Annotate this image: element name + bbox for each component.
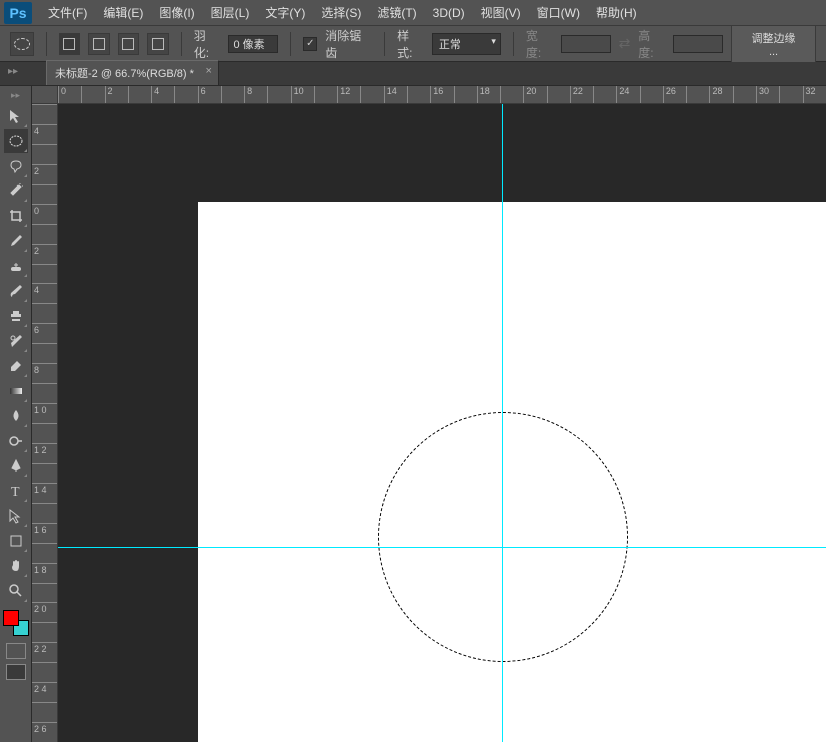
- tab-bar-handle[interactable]: ▸▸: [8, 66, 18, 77]
- selection-add-button[interactable]: [88, 33, 110, 55]
- selection-add-icon: [93, 38, 105, 50]
- lasso-tool[interactable]: [4, 154, 28, 178]
- pen-tool[interactable]: [4, 454, 28, 478]
- options-bar: 羽化: ✓ 消除锯齿 样式: 正常 宽度: ⇄ 高度: 调整边缘 ...: [0, 26, 826, 62]
- menu-filter[interactable]: 滤镜(T): [369, 0, 424, 25]
- menu-help[interactable]: 帮助(H): [588, 0, 645, 25]
- selection-subtract-button[interactable]: [118, 33, 140, 55]
- menu-window[interactable]: 窗口(W): [529, 0, 588, 25]
- menu-layer[interactable]: 图层(L): [203, 0, 258, 25]
- width-label: 宽度:: [526, 27, 553, 61]
- main-area: ▸▸ T 0246810121416182022: [0, 86, 826, 742]
- antialias-checkbox[interactable]: ✓: [303, 37, 317, 51]
- marquee-tool[interactable]: [4, 129, 28, 153]
- tool-preset-picker[interactable]: [10, 32, 34, 56]
- document-tab-title: 未标题-2 @ 66.7%(RGB/8) *: [55, 68, 194, 80]
- menu-3d[interactable]: 3D(D): [425, 2, 473, 24]
- height-label: 高度:: [638, 27, 665, 61]
- menu-image[interactable]: 图像(I): [151, 0, 202, 25]
- vertical-guide[interactable]: [502, 104, 503, 742]
- svg-text:T: T: [11, 485, 20, 499]
- healing-brush-tool[interactable]: [4, 254, 28, 278]
- type-tool[interactable]: T: [4, 479, 28, 503]
- feather-label: 羽化:: [194, 27, 221, 61]
- menu-file[interactable]: 文件(F): [40, 0, 95, 25]
- menu-select[interactable]: 选择(S): [313, 0, 369, 25]
- canvas-viewport[interactable]: [58, 104, 826, 742]
- selection-new-icon: [63, 38, 75, 50]
- tab-close-button[interactable]: ×: [206, 65, 212, 77]
- swap-dimensions-icon: ⇄: [619, 35, 631, 52]
- divider: [290, 32, 291, 56]
- menu-edit[interactable]: 编辑(E): [95, 0, 151, 25]
- app-logo: Ps: [4, 2, 32, 24]
- foreground-color[interactable]: [3, 610, 19, 626]
- standard-mode-button[interactable]: [6, 643, 26, 659]
- screen-modes: [6, 664, 26, 680]
- refine-edge-button[interactable]: 调整边缘 ...: [731, 25, 816, 63]
- zoom-tool[interactable]: [4, 579, 28, 603]
- color-swatches[interactable]: [3, 610, 29, 636]
- hand-tool[interactable]: [4, 554, 28, 578]
- selection-intersect-button[interactable]: [147, 33, 169, 55]
- history-brush-tool[interactable]: [4, 329, 28, 353]
- brush-tool[interactable]: [4, 279, 28, 303]
- feather-input[interactable]: [228, 35, 278, 53]
- marquee-selection[interactable]: [378, 412, 628, 662]
- move-tool[interactable]: [4, 104, 28, 128]
- document-tab-bar: 未标题-2 @ 66.7%(RGB/8) * ×: [0, 62, 826, 86]
- divider: [181, 32, 182, 56]
- style-label: 样式:: [397, 27, 424, 61]
- eraser-tool[interactable]: [4, 354, 28, 378]
- path-selection-tool[interactable]: [4, 504, 28, 528]
- crop-tool[interactable]: [4, 204, 28, 228]
- eyedropper-tool[interactable]: [4, 229, 28, 253]
- menu-type[interactable]: 文字(Y): [257, 0, 313, 25]
- toolbox-handle[interactable]: ▸▸: [11, 90, 20, 101]
- menu-view[interactable]: 视图(V): [473, 0, 529, 25]
- style-dropdown[interactable]: 正常: [432, 33, 501, 55]
- workspace: 02468101214161820222426283032 42024681 0…: [32, 86, 826, 742]
- vertical-ruler[interactable]: 42024681 01 21 41 61 82 02 22 42 6: [32, 104, 58, 742]
- gradient-tool[interactable]: [4, 379, 28, 403]
- divider: [513, 32, 514, 56]
- blur-tool[interactable]: [4, 404, 28, 428]
- horizontal-ruler[interactable]: 02468101214161820222426283032: [58, 86, 826, 104]
- height-input: [673, 35, 723, 53]
- clone-stamp-tool[interactable]: [4, 304, 28, 328]
- antialias-label: 消除锯齿: [325, 27, 372, 61]
- divider: [384, 32, 385, 56]
- ruler-origin[interactable]: [32, 86, 58, 104]
- document-canvas[interactable]: [198, 202, 826, 742]
- shape-tool[interactable]: [4, 529, 28, 553]
- horizontal-guide[interactable]: [58, 547, 826, 548]
- screen-mode-button[interactable]: [6, 664, 26, 680]
- toolbox: ▸▸ T: [0, 86, 32, 742]
- dodge-tool[interactable]: [4, 429, 28, 453]
- menu-bar: Ps 文件(F) 编辑(E) 图像(I) 图层(L) 文字(Y) 选择(S) 滤…: [0, 0, 826, 26]
- document-tab[interactable]: 未标题-2 @ 66.7%(RGB/8) * ×: [46, 60, 219, 85]
- magic-wand-tool[interactable]: [4, 179, 28, 203]
- selection-intersect-icon: [152, 38, 164, 50]
- ellipse-marquee-icon: [14, 38, 30, 50]
- width-input: [561, 35, 611, 53]
- divider: [46, 32, 47, 56]
- mask-modes: [6, 643, 26, 659]
- selection-subtract-icon: [122, 38, 134, 50]
- selection-new-button[interactable]: [59, 33, 81, 55]
